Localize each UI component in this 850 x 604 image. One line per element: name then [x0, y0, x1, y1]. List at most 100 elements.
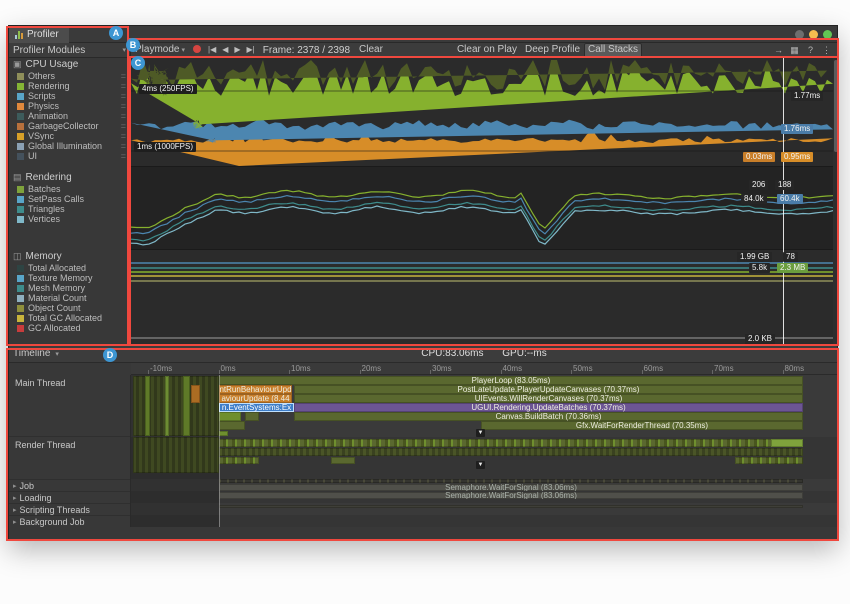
module-item-texture-memory[interactable]: Texture Memory	[9, 273, 130, 283]
drag-handle-icon[interactable]: =	[121, 111, 126, 121]
timeline-bar[interactable]	[183, 376, 190, 436]
module-item-mesh-memory[interactable]: Mesh Memory	[9, 283, 130, 293]
timeline-sample-bar[interactable]: PlayerLoop (83.05ms)	[219, 376, 803, 385]
module-item-scripts[interactable]: Scripts=	[9, 91, 130, 101]
timeline-bar[interactable]	[219, 505, 803, 508]
timeline-bar[interactable]	[331, 457, 355, 464]
timeline-sample-bar[interactable]: aviourUpdate (8.44	[219, 394, 292, 403]
scrollbar-thumb[interactable]	[834, 60, 838, 152]
module-item-ui[interactable]: UI=	[9, 151, 130, 161]
thread-row-main-thread[interactable]: Main Thread	[9, 375, 130, 437]
timeline-bar[interactable]	[145, 376, 150, 436]
thread-row-background-job[interactable]: ▸Background Job	[9, 516, 130, 527]
module-item-total-gc-allocated[interactable]: Total GC Allocated	[9, 313, 130, 323]
thread-row-scripting-threads[interactable]: ▸Scripting Threads	[9, 504, 130, 516]
drag-handle-icon[interactable]: =	[121, 151, 126, 161]
charts-scrollbar[interactable]	[833, 58, 839, 346]
module-item-garbagecollector[interactable]: GarbageCollector=	[9, 121, 130, 131]
clear-on-play-toggle[interactable]: Clear on Play	[453, 43, 521, 58]
timeline-bar[interactable]	[219, 479, 803, 483]
foldout-arrow-icon[interactable]: ▸	[13, 506, 17, 514]
call-stacks-toggle[interactable]: Call Stacks	[584, 43, 642, 58]
module-item-physics[interactable]: Physics=	[9, 101, 130, 111]
timeline-sample-bar[interactable]: UIEvents.WillRenderCanvases (70.37ms)	[294, 394, 803, 403]
drag-handle-icon[interactable]: =	[121, 71, 126, 81]
timeline-bar[interactable]	[245, 412, 259, 421]
timeline-bar[interactable]	[219, 431, 228, 436]
timeline-bar[interactable]	[735, 457, 803, 464]
first-frame-button[interactable]: |◀	[205, 43, 219, 57]
cpu-usage-chart[interactable]	[131, 58, 833, 166]
timeline-sample-bar[interactable]: ntRunBehaviourUpd	[219, 385, 292, 394]
collapsed-samples-marker-icon[interactable]: ▼	[476, 461, 485, 469]
previous-frame-button[interactable]: ◀	[219, 43, 231, 57]
module-item-material-count[interactable]: Material Count	[9, 293, 130, 303]
goto-current-frame-icon[interactable]: →	[771, 43, 786, 57]
timeline-bar[interactable]	[133, 437, 219, 473]
window-minimize-button[interactable]	[809, 30, 818, 39]
playmode-dropdown[interactable]: Playmode▾	[131, 43, 189, 58]
timeline-sample-bar[interactable]: PostLateUpdate.PlayerUpdateCanvases (70.…	[294, 385, 803, 394]
module-item-global-illumination[interactable]: Global Illumination=	[9, 141, 130, 151]
module-item-animation[interactable]: Animation=	[9, 111, 130, 121]
rendering-chart[interactable]	[131, 166, 833, 249]
timeline-bar[interactable]	[219, 439, 803, 447]
timeline-bar[interactable]	[219, 412, 241, 421]
timeline-sample-bar[interactable]: n.EventSystems:Ex	[219, 403, 294, 412]
module-item-others[interactable]: Others=	[9, 71, 130, 81]
module-item-gc-allocated[interactable]: GC Allocated	[9, 323, 130, 333]
module-cpu-header[interactable]: ▣ CPU Usage	[9, 58, 130, 71]
window-maximize-button[interactable]	[823, 30, 832, 39]
timeline-bar[interactable]	[191, 385, 200, 403]
foldout-arrow-icon[interactable]: ▸	[13, 518, 17, 526]
window-close-button[interactable]	[795, 30, 804, 39]
timeline-sample-bar[interactable]: UGUI.Rendering.UpdateBatches (70.37ms)	[294, 403, 803, 412]
thread-row-loading[interactable]: ▸Loading	[9, 492, 130, 504]
help-icon[interactable]: ?	[803, 43, 818, 57]
timeline-sample-bar[interactable]: Semaphore.WaitForSignal (83.06ms)	[219, 484, 803, 491]
module-item-rendering[interactable]: Rendering=	[9, 81, 130, 91]
record-button[interactable]	[189, 43, 205, 58]
module-memory-header[interactable]: ◫ Memory	[9, 250, 130, 263]
tab-profiler[interactable]: Profiler	[9, 26, 69, 43]
timeline-bar[interactable]	[219, 457, 259, 464]
drag-handle-icon[interactable]: =	[121, 121, 126, 131]
collapsed-samples-marker-icon[interactable]: ▼	[476, 429, 485, 437]
drag-handle-icon[interactable]: =	[121, 81, 126, 91]
timeline-bar[interactable]	[771, 439, 803, 447]
last-frame-button[interactable]: ▶|	[244, 43, 258, 57]
timeline-bar[interactable]	[219, 448, 803, 456]
time-ruler[interactable]: -10ms0ms10ms20ms30ms40ms50ms60ms70ms80ms	[131, 363, 839, 375]
foldout-arrow-icon[interactable]: ▸	[13, 494, 17, 502]
module-item-setpass-calls[interactable]: SetPass Calls	[9, 194, 130, 204]
context-menu-icon[interactable]: ⋮	[819, 43, 834, 57]
timeline-bar[interactable]	[219, 421, 245, 430]
clear-button[interactable]: Clear	[355, 43, 387, 58]
drag-handle-icon[interactable]: =	[121, 131, 126, 141]
timeline-sample-bar[interactable]: Canvas.BuildBatch (70.36ms)	[294, 412, 803, 421]
drag-handle-icon[interactable]: =	[121, 91, 126, 101]
module-item-batches[interactable]: Batches	[9, 184, 130, 194]
module-item-vsync[interactable]: VSync=	[9, 131, 130, 141]
foldout-arrow-icon[interactable]: ▸	[13, 482, 17, 490]
thread-row-job[interactable]: ▸Job	[9, 480, 130, 492]
timeline-sample-bar[interactable]: Semaphore.WaitForSignal (83.06ms)	[219, 492, 803, 499]
memory-chart[interactable]	[131, 249, 833, 346]
next-frame-button[interactable]: ▶	[231, 43, 243, 57]
timeline-canvas[interactable]: PlayerLoop (83.05ms)ntRunBehaviourUpdPos…	[131, 375, 839, 527]
profiler-modules-dropdown[interactable]: Profiler Modules ▾	[9, 43, 131, 58]
modules-grid-icon[interactable]: ▦	[787, 43, 802, 57]
timeline-view-dropdown[interactable]: Timeline ▾	[13, 348, 59, 359]
module-item-vertices[interactable]: Vertices	[9, 214, 130, 224]
module-rendering-header[interactable]: ▤ Rendering	[9, 171, 130, 184]
drag-handle-icon[interactable]: =	[121, 141, 126, 151]
thread-row-render-thread[interactable]: Render Thread	[9, 437, 130, 480]
module-item-object-count[interactable]: Object Count	[9, 303, 130, 313]
timeline-sample-bar[interactable]: Gfx.WaitForRenderThread (70.35ms)	[481, 421, 803, 430]
module-item-triangles[interactable]: Triangles	[9, 204, 130, 214]
deep-profile-toggle[interactable]: Deep Profile	[521, 43, 584, 58]
module-item-total-allocated[interactable]: Total Allocated	[9, 263, 130, 273]
charts-area: 4ms (250FPS)1ms (1000FPS)1.77ms1.76ms0.0…	[131, 58, 839, 346]
drag-handle-icon[interactable]: =	[121, 101, 126, 111]
timeline-bar[interactable]	[165, 376, 169, 436]
